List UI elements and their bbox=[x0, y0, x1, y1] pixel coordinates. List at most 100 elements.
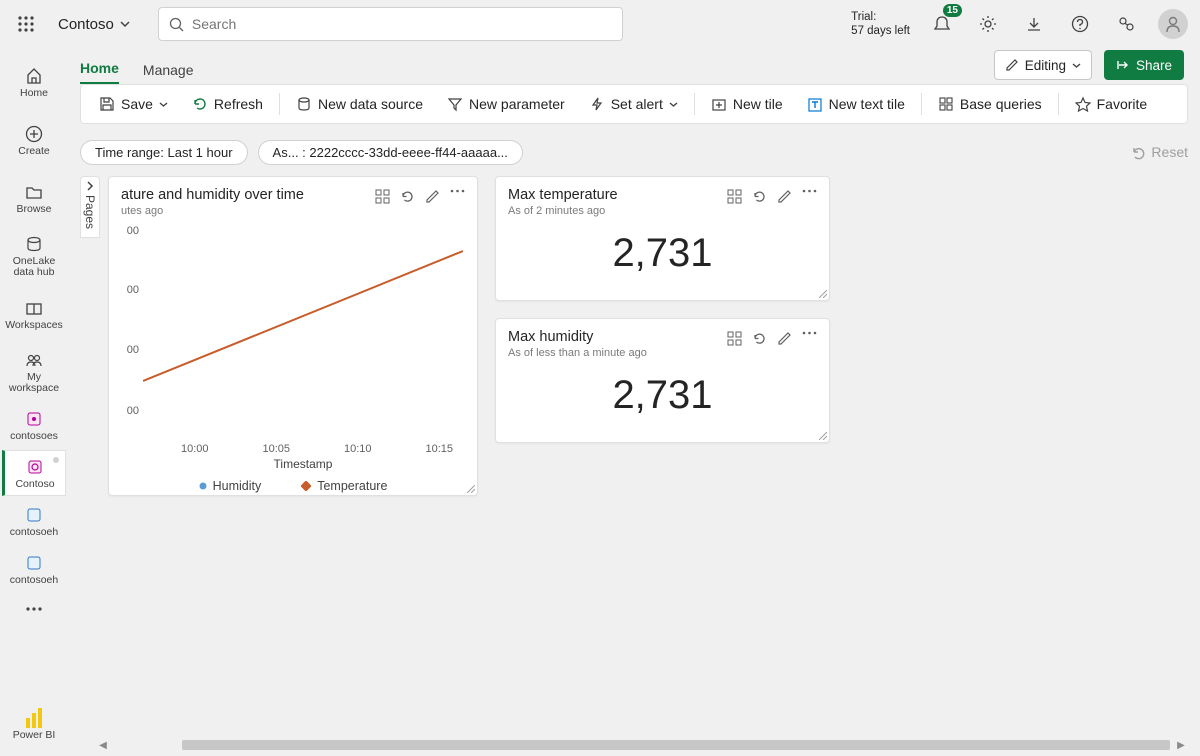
workspace-dropdown[interactable]: Contoso bbox=[58, 16, 130, 33]
horizontal-scrollbar[interactable]: ◀ ▶ bbox=[96, 738, 1188, 752]
new-datasource-button[interactable]: New data source bbox=[286, 86, 433, 122]
undo-icon bbox=[1130, 145, 1145, 160]
refresh-icon bbox=[192, 96, 208, 112]
datasource-icon bbox=[24, 409, 44, 429]
more-icon bbox=[24, 599, 44, 619]
rail-workspaces[interactable]: Workspaces bbox=[2, 286, 66, 342]
pages-label: Pages bbox=[83, 195, 97, 229]
download-button[interactable] bbox=[1020, 10, 1048, 38]
chart-plot: 00 00 00 00 10:00 10:05 10:10 10:15 bbox=[109, 221, 477, 471]
tile-edit-icon[interactable] bbox=[777, 189, 792, 204]
favorite-button[interactable]: Favorite bbox=[1065, 86, 1158, 122]
rail-contoso-active[interactable]: Contoso bbox=[2, 450, 66, 496]
new-text-tile-button[interactable]: New text tile bbox=[797, 86, 915, 122]
maxtemp-value: 2,731 bbox=[496, 221, 829, 292]
people-icon bbox=[24, 350, 44, 370]
new-tile-button[interactable]: New tile bbox=[701, 86, 793, 122]
search-input[interactable] bbox=[158, 7, 623, 41]
user-avatar[interactable] bbox=[1158, 9, 1188, 39]
rail-powerbi[interactable]: Power BI bbox=[2, 698, 66, 750]
maxhum-value: 2,731 bbox=[496, 363, 829, 434]
as-pill[interactable]: As... : 2222cccc-33dd-eeee-ff44-aaaaa... bbox=[258, 140, 523, 165]
chevron-down-icon bbox=[159, 100, 168, 109]
timerange-pill[interactable]: Time range: Last 1 hour bbox=[80, 140, 248, 165]
pages-panel-toggle[interactable]: Pages bbox=[80, 176, 100, 238]
save-icon bbox=[99, 96, 115, 112]
toolbar: Save Refresh New data source New paramet… bbox=[80, 84, 1188, 124]
rail-more[interactable] bbox=[2, 594, 66, 624]
notification-badge: 15 bbox=[943, 4, 962, 17]
scroll-thumb[interactable] bbox=[182, 740, 1170, 750]
help-button[interactable] bbox=[1066, 10, 1094, 38]
database-icon bbox=[296, 96, 312, 112]
legend-humidity[interactable]: Humidity bbox=[199, 479, 262, 493]
maxtemp-subtitle: As of 2 minutes ago bbox=[508, 205, 618, 217]
tile-chart-subtitle: utes ago bbox=[121, 205, 304, 217]
tile-refresh-icon[interactable] bbox=[752, 189, 767, 204]
maxhum-subtitle: As of less than a minute ago bbox=[508, 347, 647, 359]
plus-circle-icon bbox=[24, 124, 44, 144]
resize-handle[interactable] bbox=[819, 290, 827, 298]
tile-max-humidity: Max humidity As of less than a minute ag… bbox=[495, 318, 830, 443]
eventhouse-icon bbox=[24, 553, 44, 573]
rail-contosoeh-2[interactable]: contosoeh bbox=[2, 546, 66, 592]
tile-more-icon[interactable] bbox=[450, 189, 465, 204]
chevron-down-icon bbox=[120, 19, 130, 29]
tile-explore-icon[interactable] bbox=[375, 189, 390, 204]
text-tile-icon bbox=[807, 96, 823, 112]
rail-contosoeh-1[interactable]: contosoeh bbox=[2, 498, 66, 544]
new-parameter-button[interactable]: New parameter bbox=[437, 86, 575, 122]
folder-icon bbox=[24, 182, 44, 202]
share-button[interactable]: Share bbox=[1104, 50, 1184, 80]
workspaces-icon bbox=[24, 298, 44, 318]
workspace-name: Contoso bbox=[58, 16, 114, 33]
scroll-right-arrow[interactable]: ▶ bbox=[1174, 738, 1188, 752]
save-button[interactable]: Save bbox=[89, 86, 178, 122]
rail-my-workspace[interactable]: My workspace bbox=[2, 344, 66, 400]
search-field[interactable] bbox=[192, 16, 612, 32]
powerbi-icon bbox=[24, 708, 44, 728]
tile-edit-icon[interactable] bbox=[425, 189, 440, 204]
editing-dropdown[interactable]: Editing bbox=[994, 50, 1092, 80]
reset-button[interactable]: Reset bbox=[1130, 144, 1188, 160]
star-icon bbox=[1075, 96, 1091, 112]
queries-icon bbox=[938, 96, 954, 112]
tile-more-icon[interactable] bbox=[802, 331, 817, 346]
legend-temperature[interactable]: Temperature bbox=[301, 479, 387, 493]
chevron-down-icon bbox=[1072, 61, 1081, 70]
eventhouse-icon bbox=[24, 505, 44, 525]
rail-create[interactable]: Create bbox=[2, 112, 66, 168]
rail-home[interactable]: Home bbox=[2, 54, 66, 110]
rail-browse[interactable]: Browse bbox=[2, 170, 66, 226]
refresh-button[interactable]: Refresh bbox=[182, 86, 273, 122]
rail-contosoes[interactable]: contosoes bbox=[2, 402, 66, 448]
tile-refresh-icon[interactable] bbox=[752, 331, 767, 346]
tile-refresh-icon[interactable] bbox=[400, 189, 415, 204]
tab-home[interactable]: Home bbox=[80, 60, 119, 84]
dashboard-icon bbox=[25, 457, 45, 477]
tile-max-temperature: Max temperature As of 2 minutes ago 2,73… bbox=[495, 176, 830, 301]
notifications-button[interactable]: 15 bbox=[928, 10, 956, 38]
tile-explore-icon[interactable] bbox=[727, 331, 742, 346]
maxtemp-title: Max temperature bbox=[508, 187, 618, 203]
rail-onelake[interactable]: OneLake data hub bbox=[2, 228, 66, 284]
tile-explore-icon[interactable] bbox=[727, 189, 742, 204]
resize-handle[interactable] bbox=[467, 485, 475, 493]
tile-chart: ature and humidity over time utes ago 00… bbox=[108, 176, 478, 496]
search-icon bbox=[169, 17, 184, 32]
tile-chart-title: ature and humidity over time bbox=[121, 187, 304, 203]
set-alert-button[interactable]: Set alert bbox=[579, 86, 688, 122]
funnel-icon bbox=[447, 96, 463, 112]
feedback-button[interactable] bbox=[1112, 10, 1140, 38]
resize-handle[interactable] bbox=[819, 432, 827, 440]
settings-button[interactable] bbox=[974, 10, 1002, 38]
scroll-left-arrow[interactable]: ◀ bbox=[96, 738, 110, 752]
pencil-icon bbox=[1005, 58, 1019, 72]
base-queries-button[interactable]: Base queries bbox=[928, 86, 1052, 122]
tab-manage[interactable]: Manage bbox=[143, 62, 194, 84]
app-launcher-icon[interactable] bbox=[12, 10, 40, 38]
chevron-right-icon bbox=[85, 181, 95, 191]
tile-more-icon[interactable] bbox=[802, 189, 817, 204]
tile-edit-icon[interactable] bbox=[777, 331, 792, 346]
trial-status: Trial: 57 days left bbox=[851, 10, 910, 38]
